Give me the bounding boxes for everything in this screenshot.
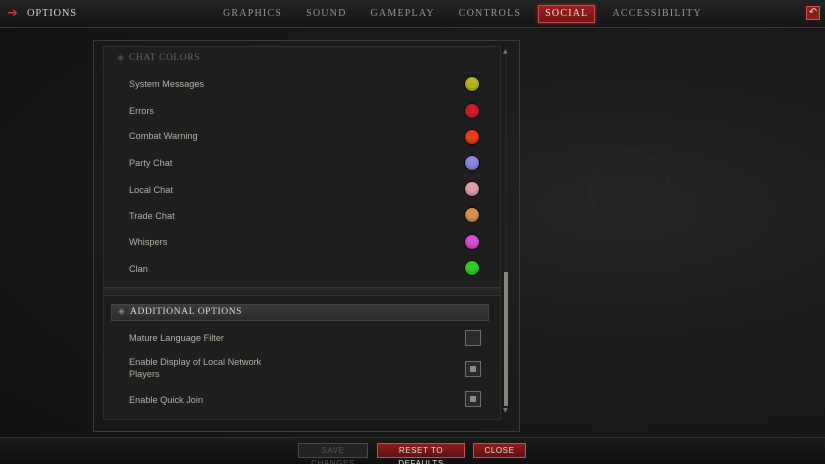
chat-color-label-clan: Clan [129, 264, 148, 274]
local-network-players-checkbox[interactable] [465, 361, 481, 377]
section-header-additional-options: ◈ ADDITIONAL OPTIONS [111, 304, 489, 321]
chat-color-label-party-chat: Party Chat [129, 158, 173, 168]
scroll-down-icon[interactable]: ▼ [503, 408, 509, 414]
tab-gameplay[interactable]: GAMEPLAY [364, 5, 442, 23]
undo-icon[interactable]: ↶ [806, 6, 820, 20]
chat-color-label-combat-warning: Combat Warning [129, 131, 198, 141]
option-label-mature-language-filter: Mature Language Filter [129, 333, 224, 343]
tab-graphics[interactable]: GRAPHICS [216, 5, 289, 23]
diamond-icon: ◈ [117, 53, 125, 63]
color-swatch-clan[interactable] [465, 261, 479, 275]
chat-color-label-errors: Errors [129, 106, 155, 116]
scrollbar-thumb[interactable] [504, 272, 508, 406]
reset-to-defaults-button[interactable]: RESET TO DEFAULTS [377, 443, 465, 464]
tab-accessibility[interactable]: ACCESSIBILITY [605, 5, 709, 23]
color-swatch-combat-warning[interactable] [465, 130, 479, 144]
color-swatch-party-chat[interactable] [465, 156, 479, 170]
option-label-quick-join: Enable Quick Join [129, 395, 204, 405]
section-header-chat-colors: ◈ CHAT COLORS [111, 51, 489, 67]
tab-social[interactable]: SOCIAL [538, 5, 596, 23]
chat-color-label-system-messages: System Messages [129, 79, 205, 89]
tab-controls[interactable]: CONTROLS [452, 5, 528, 23]
quick-join-checkbox[interactable] [465, 391, 481, 407]
top-bar: ➔ OPTIONS GRAPHICS SOUND GAMEPLAY CONTRO… [0, 0, 825, 28]
tab-bar: GRAPHICS SOUND GAMEPLAY CONTROLS SOCIAL … [216, 5, 719, 23]
section-divider [104, 287, 500, 296]
diamond-icon: ◈ [118, 307, 126, 317]
save-changes-button[interactable]: SAVE CHANGES [298, 443, 368, 464]
color-swatch-local-chat[interactable] [465, 182, 479, 196]
arrow-right-icon[interactable]: ➔ [7, 7, 23, 21]
background-emblem [590, 150, 670, 230]
color-swatch-errors[interactable] [465, 104, 479, 118]
chat-color-label-local-chat: Local Chat [129, 185, 173, 195]
mature-language-filter-checkbox[interactable] [465, 330, 481, 346]
color-swatch-system-messages[interactable] [465, 77, 479, 91]
section-title: CHAT COLORS [129, 53, 201, 63]
chat-color-label-whispers: Whispers [129, 237, 168, 247]
tab-sound[interactable]: SOUND [299, 5, 353, 23]
close-button[interactable]: CLOSE [473, 443, 526, 458]
section-title: ADDITIONAL OPTIONS [130, 307, 243, 317]
option-label-local-network-players: Enable Display of Local Network Players [129, 357, 262, 379]
scroll-up-icon[interactable]: ▲ [503, 49, 509, 55]
color-swatch-whispers[interactable] [465, 235, 479, 249]
page-title: OPTIONS [27, 8, 77, 19]
chat-color-label-trade-chat: Trade Chat [129, 211, 175, 221]
color-swatch-trade-chat[interactable] [465, 208, 479, 222]
